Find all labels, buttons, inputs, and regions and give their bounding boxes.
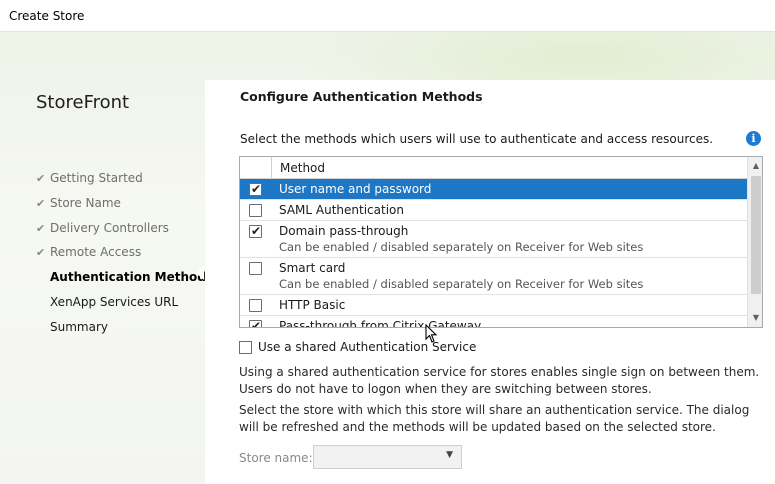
active-step-pointer-icon bbox=[196, 266, 204, 280]
step-label: Delivery Controllers bbox=[50, 220, 169, 235]
method-checkbox[interactable] bbox=[249, 204, 262, 217]
method-sublabel: Can be enabled / disabled separately on … bbox=[279, 240, 644, 254]
checkmark-icon: ✔ bbox=[251, 224, 262, 238]
step-label: Store Name bbox=[50, 195, 121, 210]
checkmark-icon: ✔ bbox=[36, 196, 46, 210]
checkbox-column-header bbox=[240, 157, 272, 179]
shared-auth-checkbox[interactable] bbox=[239, 341, 252, 354]
table-row[interactable]: HTTP Basic bbox=[240, 295, 747, 316]
checkmark-icon: ✔ bbox=[251, 319, 262, 328]
method-label: SAML Authentication bbox=[279, 203, 404, 217]
step-label: XenApp Services URL bbox=[50, 294, 179, 309]
method-checkbox[interactable] bbox=[249, 262, 262, 275]
method-label: Domain pass-through bbox=[279, 224, 409, 238]
step-label: Authentication Methods bbox=[50, 270, 214, 285]
checkmark-icon: ✔ bbox=[36, 221, 46, 235]
method-checkbox[interactable]: ✔ bbox=[249, 319, 262, 328]
brand-title: StoreFront bbox=[36, 92, 130, 113]
table-scrollbar[interactable]: ▲ ▼ bbox=[747, 157, 762, 327]
scroll-up-icon[interactable]: ▲ bbox=[751, 161, 761, 171]
method-checkbox[interactable]: ✔ bbox=[249, 182, 262, 196]
method-checkbox[interactable] bbox=[249, 299, 262, 312]
step-xenapp-services-url[interactable]: XenApp Services URL bbox=[36, 290, 213, 315]
method-label: HTTP Basic bbox=[279, 298, 346, 312]
store-name-dropdown[interactable]: ▼ bbox=[313, 445, 462, 469]
scroll-down-icon[interactable]: ▼ bbox=[751, 313, 761, 323]
page-title: Configure Authentication Methods bbox=[240, 89, 483, 104]
table-header: Method bbox=[240, 157, 747, 179]
shared-auth-explanation: Using a shared authentication service fo… bbox=[239, 365, 760, 396]
step-delivery-controllers[interactable]: ✔ Delivery Controllers bbox=[36, 216, 213, 241]
step-label: Summary bbox=[50, 319, 108, 334]
table-row[interactable]: SAML Authentication bbox=[240, 200, 747, 221]
methods-table: Method ✔ User name and password SAML Aut… bbox=[239, 156, 763, 328]
method-label: Smart card bbox=[279, 261, 346, 275]
step-store-name[interactable]: ✔ Store Name bbox=[36, 191, 213, 216]
chevron-down-icon: ▼ bbox=[446, 450, 453, 460]
step-label: Getting Started bbox=[50, 171, 143, 185]
table-row[interactable]: ✔ Pass-through from Citrix Gateway bbox=[240, 316, 747, 328]
method-label: User name and password bbox=[279, 182, 432, 196]
table-row[interactable]: ✔ User name and password bbox=[240, 179, 747, 200]
title-bar: Create Store bbox=[0, 0, 775, 32]
info-icon[interactable]: i bbox=[746, 131, 761, 146]
step-remote-access[interactable]: ✔ Remote Access bbox=[36, 240, 213, 265]
checkmark-icon: ✔ bbox=[251, 182, 262, 196]
shared-auth-label: Use a shared Authentication Service bbox=[258, 340, 477, 354]
method-sublabel: Can be enabled / disabled separately on … bbox=[279, 277, 644, 291]
table-row[interactable]: ✔ Domain pass-through Can be enabled / d… bbox=[240, 221, 747, 258]
step-authentication-methods[interactable]: Authentication Methods bbox=[36, 265, 213, 290]
checkmark-icon: ✔ bbox=[36, 172, 46, 185]
step-summary[interactable]: Summary bbox=[36, 315, 213, 340]
window-title: Create Store bbox=[9, 9, 85, 23]
table-row[interactable]: Smart card Can be enabled / disabled sep… bbox=[240, 258, 747, 295]
checkmark-icon: ✔ bbox=[36, 246, 46, 260]
sidebar: StoreFront ✔ Getting Started ✔ Store Name … bbox=[0, 32, 213, 484]
store-name-label: Store name: bbox=[239, 451, 313, 465]
scrollbar-thumb[interactable] bbox=[751, 176, 761, 294]
method-label: Pass-through from Citrix Gateway bbox=[279, 319, 482, 328]
table-body: ✔ User name and password SAML Authentica… bbox=[240, 179, 747, 328]
step-getting-started[interactable]: ✔ Getting Started bbox=[36, 166, 213, 191]
page-description: Select the methods which users will use … bbox=[240, 132, 714, 146]
wizard-steps: ✔ Getting Started ✔ Store Name ✔ Delivery C… bbox=[36, 166, 213, 340]
method-checkbox[interactable]: ✔ bbox=[249, 224, 262, 238]
step-label: Remote Access bbox=[50, 245, 142, 260]
method-column-header[interactable]: Method bbox=[280, 161, 325, 175]
store-selection-explanation: Select the store with which this store w… bbox=[239, 403, 750, 434]
